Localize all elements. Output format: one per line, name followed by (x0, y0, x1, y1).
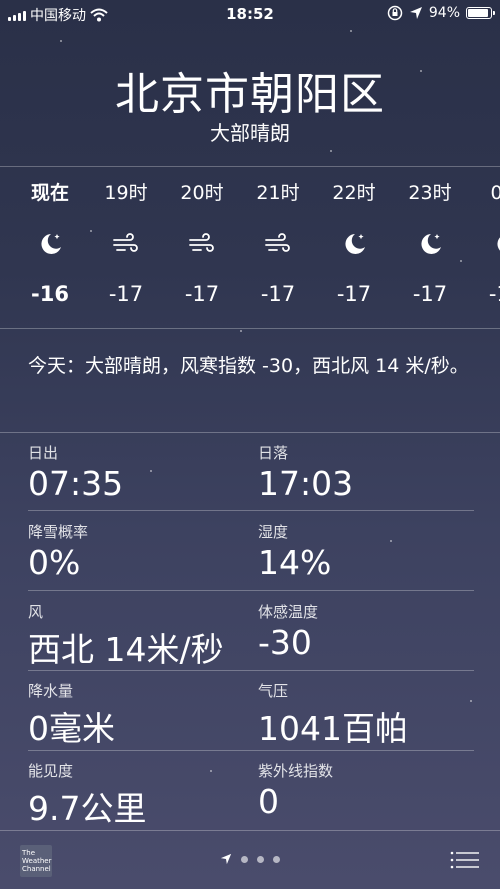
moon-icon (492, 230, 500, 258)
page-indicator[interactable] (0, 853, 500, 865)
hourly-temp: -17 (184, 282, 220, 306)
hourly-temp: -17 (488, 282, 500, 306)
rotation-lock-icon (387, 5, 403, 21)
wind-label: 风 (28, 603, 44, 621)
sunrise-label: 日出 (28, 444, 59, 462)
hourly-time: 现在 (30, 182, 69, 204)
status-right: 94% (387, 5, 495, 21)
hourly-temp: -17 (260, 282, 296, 306)
precipitation-value: 0毫米 (28, 709, 115, 748)
current-condition: 大部晴朗 (210, 121, 290, 145)
detail-precipitation: 降水量 0毫米 (28, 680, 115, 750)
battery-icon (466, 7, 495, 19)
moon-icon (340, 230, 368, 258)
humidity-value: 14% (258, 543, 332, 582)
moon-icon (416, 230, 444, 258)
hourly-time: 21时 (256, 182, 300, 204)
hourly-time: 23时 (408, 182, 452, 204)
uv-index-value: 0 (258, 782, 279, 821)
snow-chance-label: 降雪概率 (28, 523, 89, 541)
pressure-value: 1041百帕 (258, 709, 408, 748)
sunset-value: 17:03 (258, 464, 354, 503)
location-page-icon (220, 853, 232, 865)
humidity-label: 湿度 (258, 523, 289, 541)
hourly-temp: -17 (412, 282, 448, 306)
row-divider (28, 590, 474, 591)
visibility-value: 9.7公里 (28, 789, 147, 828)
hourly-time: 20时 (180, 182, 224, 204)
status-bar: 中国移动 18:52 94% (0, 0, 500, 28)
city-name: 北京市朝阳区 (115, 69, 385, 120)
visibility-label: 能见度 (28, 762, 74, 780)
hourly-temp: -17 (336, 282, 372, 306)
precipitation-label: 降水量 (28, 682, 74, 700)
sunset-label: 日落 (258, 444, 289, 462)
wind-icon (188, 230, 216, 258)
bottom-toolbar: The Weather Channel (0, 830, 500, 889)
detail-humidity: 湿度 14% (258, 521, 331, 582)
detail-sunset: 日落 17:03 (258, 442, 353, 503)
snow-chance-value: 0% (28, 543, 81, 582)
city-list-icon[interactable] (450, 850, 480, 870)
page-dot[interactable] (241, 855, 248, 863)
battery-level (468, 9, 488, 17)
detail-visibility: 能见度 9.7公里 (28, 760, 146, 830)
wind-value: 西北 14米/秒 (28, 630, 224, 669)
row-divider (28, 510, 474, 511)
hourly-bottom-divider (0, 328, 500, 329)
detail-snow-chance: 降雪概率 0% (28, 521, 88, 582)
detail-sunrise: 日出 07:35 (28, 442, 123, 503)
detail-feels-like: 体感温度 -30 (258, 601, 318, 662)
summary-divider (0, 432, 500, 433)
page-dot[interactable] (273, 855, 280, 863)
daily-summary: 今天：大部晴朗，风寒指数 -30，西北风 14 米/秒。 (28, 355, 469, 377)
page-dot[interactable] (257, 855, 264, 863)
wind-icon (264, 230, 292, 258)
sunrise-value: 07:35 (28, 464, 124, 503)
feels-like-label: 体感温度 (258, 603, 319, 621)
hourly-temp: -17 (108, 282, 144, 306)
hourly-forecast[interactable]: 现在 -16 19时 -17 20时 -17 21时 -17 22时 -17 23时 -17 0时 -17 (0, 166, 500, 328)
hourly-time: 0时 (490, 182, 500, 204)
hourly-time: 19时 (104, 182, 148, 204)
row-divider (28, 750, 474, 751)
location-arrow-icon (409, 7, 422, 19)
detail-uv-index: 紫外线指数 0 (258, 760, 333, 821)
pressure-label: 气压 (258, 682, 289, 700)
battery-percent: 94% (428, 5, 460, 21)
wind-icon (112, 230, 140, 258)
hourly-temp: -16 (31, 282, 69, 306)
moon-icon (36, 230, 64, 258)
hourly-time: 22时 (332, 182, 376, 204)
feels-like-value: -30 (258, 623, 312, 662)
row-divider (28, 670, 474, 671)
detail-pressure: 气压 1041百帕 (258, 680, 408, 750)
detail-wind: 风 西北 14米/秒 (28, 601, 224, 671)
uv-index-label: 紫外线指数 (258, 762, 334, 780)
